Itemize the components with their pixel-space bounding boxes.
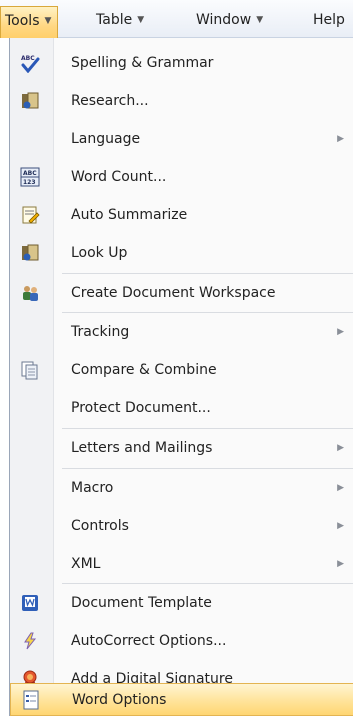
- menu-item-label: Macro: [71, 480, 114, 496]
- menu-item-protect-document[interactable]: Protect Document...: [10, 389, 353, 427]
- menu-item-spelling-grammar[interactable]: ABC Spelling & Grammar: [10, 44, 353, 82]
- menu-item-look-up[interactable]: Look Up: [10, 234, 353, 272]
- chevron-down-icon: ▼: [44, 16, 52, 26]
- menu-item-label: Word Options: [72, 692, 167, 708]
- menu-item-xml[interactable]: XML ▶: [10, 545, 353, 583]
- chevron-down-icon: ▼: [256, 15, 264, 25]
- menu-item-compare-combine[interactable]: Compare & Combine: [10, 351, 353, 389]
- menu-item-word-options[interactable]: Word Options: [10, 683, 353, 716]
- menu-window-label: Window: [196, 12, 252, 28]
- menu-item-label: Compare & Combine: [71, 362, 217, 378]
- menu-item-label: Document Template: [71, 595, 212, 611]
- menu-item-label: Auto Summarize: [71, 207, 188, 223]
- menu-item-label: Language: [71, 131, 141, 147]
- autocorrect-icon: [20, 631, 40, 651]
- chevron-down-icon: ▼: [137, 15, 145, 25]
- menu-item-label: AutoCorrect Options...: [71, 633, 227, 649]
- menu-item-document-template[interactable]: Document Template: [10, 584, 353, 622]
- menu-tools[interactable]: Tools ▼: [0, 6, 59, 38]
- submenu-arrow-icon: ▶: [337, 443, 344, 453]
- menu-item-label: Controls: [71, 518, 129, 534]
- document-template-icon: [20, 593, 40, 613]
- menu-tools-label: Tools: [5, 13, 40, 29]
- menu-item-label: Create Document Workspace: [71, 285, 276, 301]
- menu-item-label: Tracking: [71, 324, 130, 340]
- menu-item-label: Protect Document...: [71, 400, 211, 416]
- menu-help[interactable]: Help: [313, 8, 345, 32]
- word-count-icon-top: ABC: [23, 170, 37, 177]
- spelling-icon-text: ABC: [21, 55, 35, 62]
- tools-dropdown-menu: ABC Spelling & Grammar Research... Langu…: [9, 38, 353, 716]
- menu-item-letters-mailings[interactable]: Letters and Mailings ▶: [10, 429, 353, 467]
- menu-item-label: Word Count...: [71, 169, 167, 185]
- auto-summarize-icon: [20, 205, 40, 225]
- menu-item-label: XML: [71, 556, 101, 572]
- spelling-grammar-icon: ABC: [20, 53, 40, 74]
- menu-item-create-document-workspace[interactable]: Create Document Workspace: [10, 274, 353, 312]
- menu-item-tracking[interactable]: Tracking ▶: [10, 313, 353, 351]
- menu-bar: Tools ▼ Table ▼ Window ▼ Help: [0, 0, 353, 38]
- word-count-icon-bottom: 123: [23, 179, 36, 186]
- word-options-icon: [21, 690, 41, 710]
- menu-item-language[interactable]: Language ▶: [10, 120, 353, 158]
- menu-item-macro[interactable]: Macro ▶: [10, 469, 353, 507]
- menu-item-autocorrect-options[interactable]: AutoCorrect Options...: [10, 622, 353, 660]
- look-up-icon: [20, 243, 40, 263]
- menu-help-label: Help: [313, 12, 345, 28]
- word-count-icon: ABC 123: [20, 167, 40, 187]
- menu-item-label: Research...: [71, 93, 149, 109]
- menu-table-label: Table: [96, 12, 133, 28]
- submenu-arrow-icon: ▶: [337, 327, 344, 337]
- menu-item-controls[interactable]: Controls ▶: [10, 507, 353, 545]
- menu-table[interactable]: Table ▼: [96, 8, 144, 32]
- submenu-arrow-icon: ▶: [337, 134, 344, 144]
- submenu-arrow-icon: ▶: [337, 483, 344, 493]
- menu-item-research[interactable]: Research...: [10, 82, 353, 120]
- submenu-arrow-icon: ▶: [337, 559, 344, 569]
- menu-item-label: Letters and Mailings: [71, 440, 213, 456]
- compare-combine-icon: [20, 360, 40, 380]
- menu-item-label: Spelling & Grammar: [71, 55, 214, 71]
- menu-window[interactable]: Window ▼: [196, 8, 263, 32]
- submenu-arrow-icon: ▶: [337, 521, 344, 531]
- menu-item-label: Look Up: [71, 245, 128, 261]
- menu-item-auto-summarize[interactable]: Auto Summarize: [10, 196, 353, 234]
- research-icon: [20, 91, 40, 111]
- document-workspace-icon: [20, 283, 40, 303]
- menu-item-word-count[interactable]: ABC 123 Word Count...: [10, 158, 353, 196]
